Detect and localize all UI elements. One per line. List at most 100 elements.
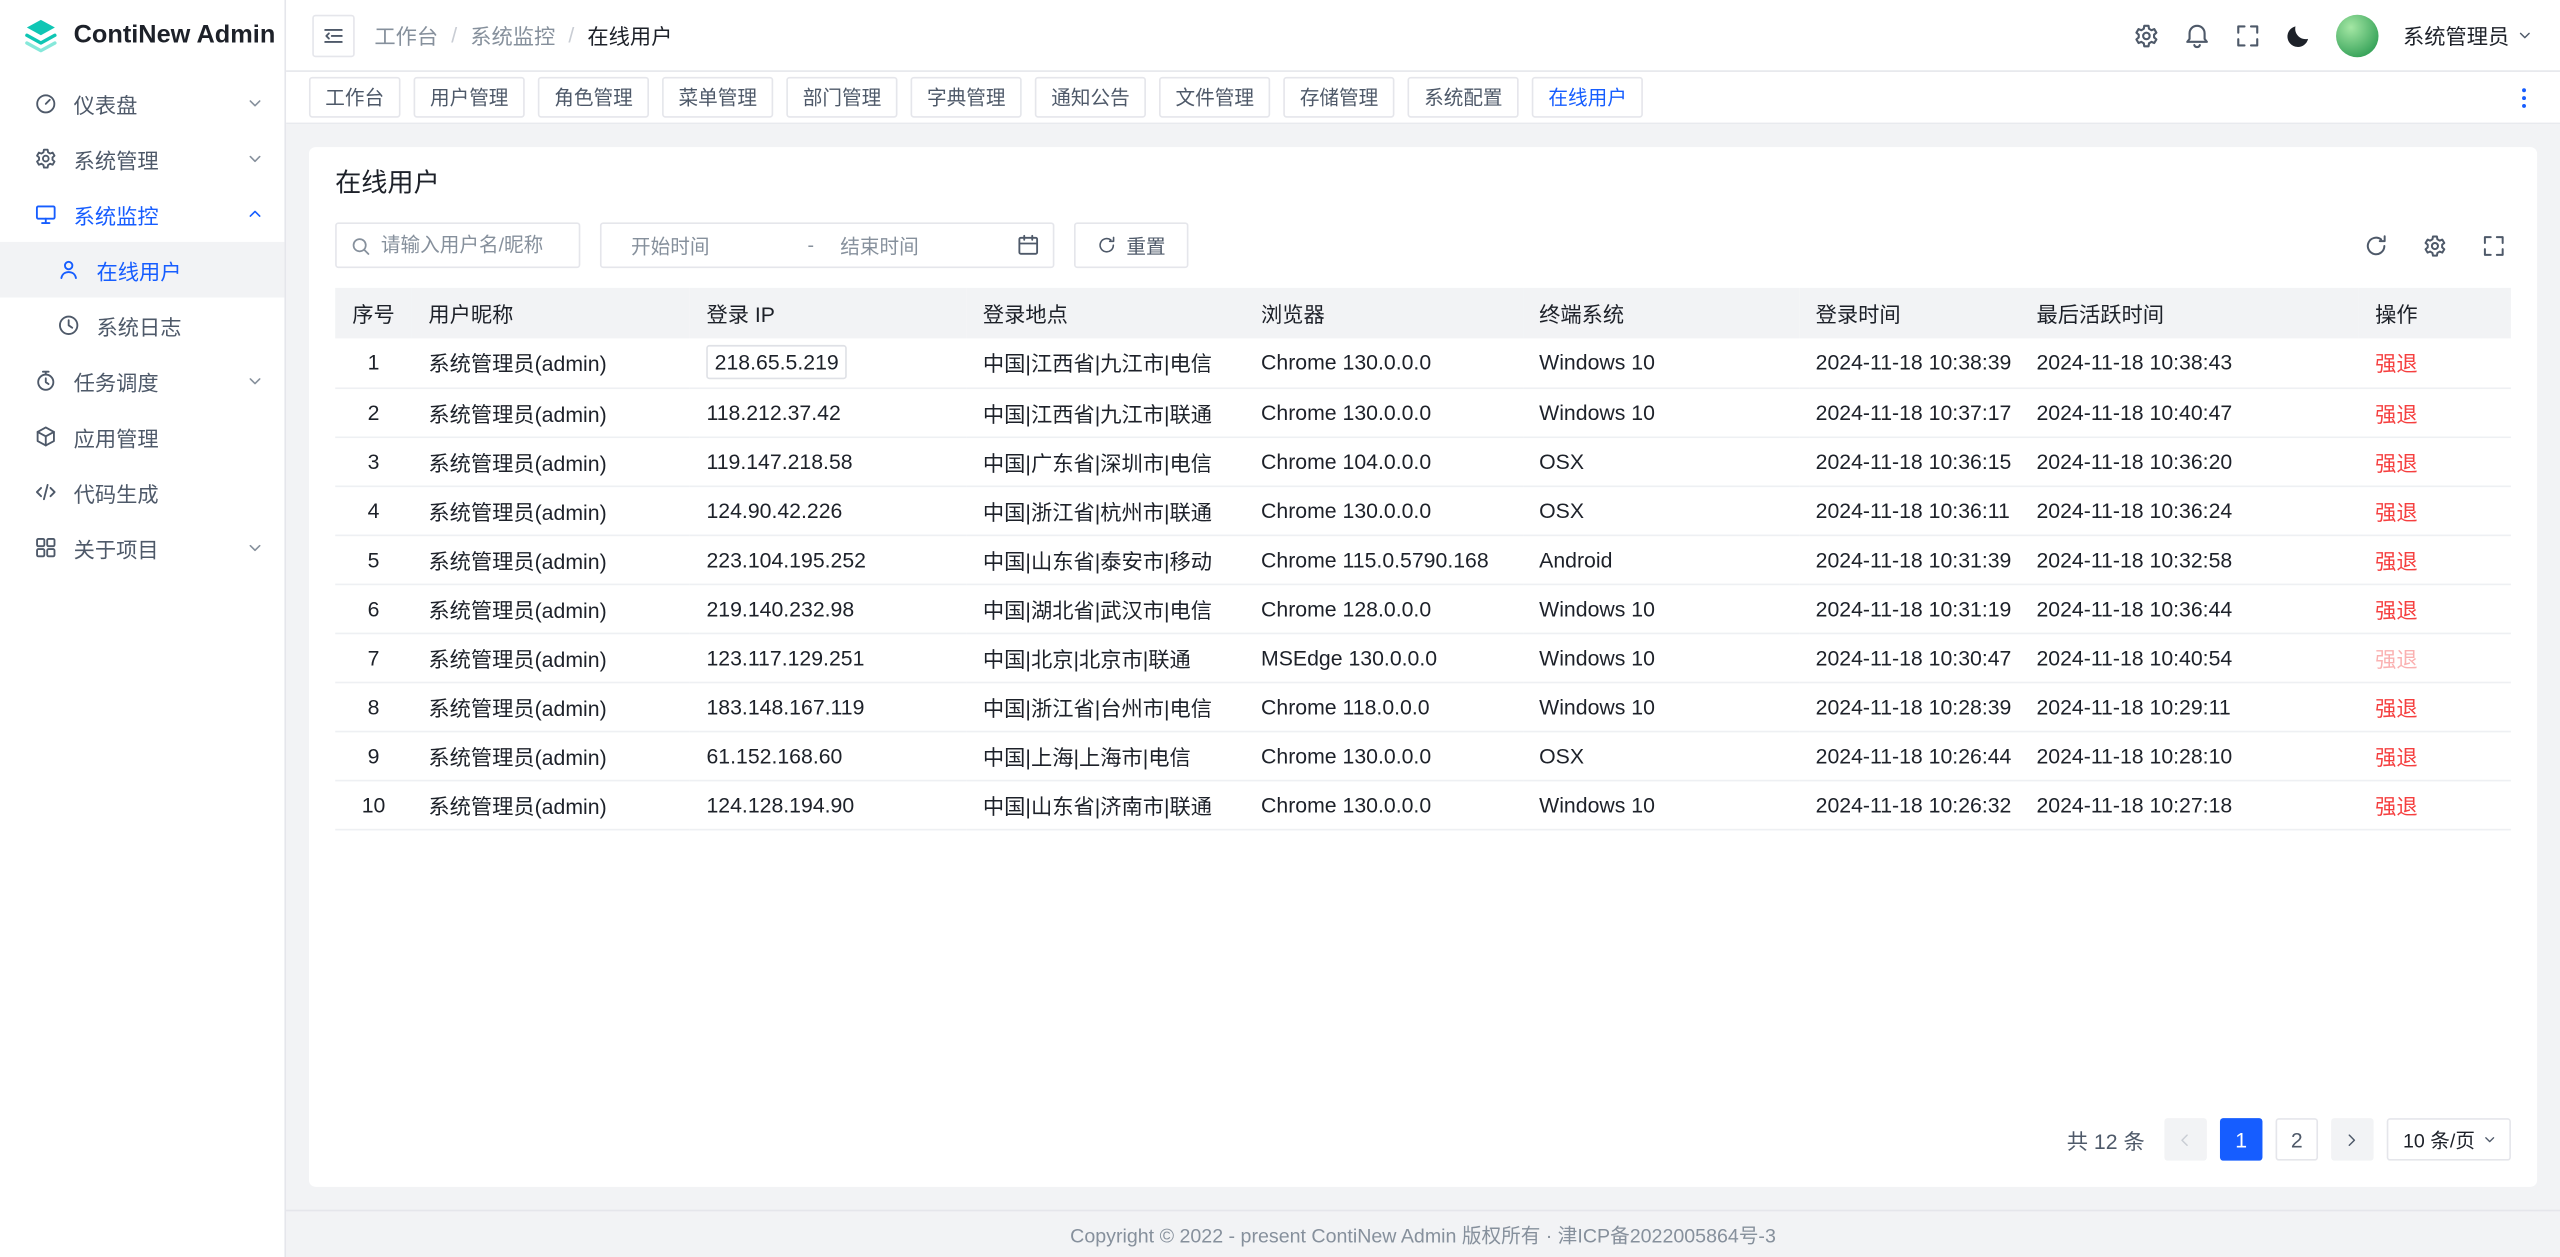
breadcrumb-item-current: 在线用户 bbox=[587, 20, 672, 51]
cell-action: 强退 bbox=[2359, 633, 2511, 682]
tab-item[interactable]: 文件管理 bbox=[1159, 77, 1270, 118]
sidebar-item-about-project[interactable]: 关于项目 bbox=[0, 520, 284, 576]
force-logout-link[interactable]: 强退 bbox=[2375, 499, 2418, 524]
tab-item[interactable]: 部门管理 bbox=[786, 77, 897, 118]
force-logout-link[interactable]: 强退 bbox=[2375, 548, 2418, 573]
avatar[interactable] bbox=[2336, 14, 2379, 57]
cell-action: 强退 bbox=[2359, 486, 2511, 535]
sidebar-item-label: 系统监控 bbox=[74, 199, 159, 230]
page-size-select[interactable]: 10 条/页 bbox=[2387, 1118, 2511, 1161]
gear-icon[interactable] bbox=[2133, 22, 2159, 48]
force-logout-link[interactable]: 强退 bbox=[2375, 745, 2418, 770]
cell-location: 中国|北京|北京市|联通 bbox=[967, 633, 1245, 682]
column-settings-button[interactable] bbox=[2416, 227, 2452, 263]
sidebar-collapse-button[interactable] bbox=[312, 14, 355, 57]
pagination: 共 12 条 12 10 条/页 bbox=[335, 1118, 2511, 1161]
cell-last-active: 2024-11-18 10:40:47 bbox=[2020, 387, 2359, 436]
cell-ip: 218.65.5.219 bbox=[690, 338, 966, 387]
user-menu[interactable]: 系统管理员 bbox=[2403, 20, 2534, 51]
sidebar-item-system-management[interactable]: 系统管理 bbox=[0, 131, 284, 187]
page-button[interactable]: 1 bbox=[2220, 1118, 2263, 1161]
prev-page-button[interactable] bbox=[2164, 1118, 2207, 1161]
cell-no: 8 bbox=[335, 682, 412, 731]
cell-nickname: 系统管理员(admin) bbox=[412, 584, 690, 633]
sidebar-item-label: 代码生成 bbox=[74, 477, 159, 508]
cell-location: 中国|浙江省|台州市|电信 bbox=[967, 682, 1245, 731]
reset-button[interactable]: 重置 bbox=[1074, 222, 1188, 268]
force-logout-link[interactable]: 强退 bbox=[2375, 597, 2418, 622]
tab-item[interactable]: 在线用户 bbox=[1532, 77, 1643, 118]
refresh-icon bbox=[1097, 235, 1117, 255]
sidebar-item-system-monitor[interactable]: 系统监控 bbox=[0, 186, 284, 242]
moon-icon[interactable] bbox=[2285, 22, 2311, 48]
sidebar-item-label: 系统管理 bbox=[74, 143, 159, 174]
sidebar-item-code-generation[interactable]: 代码生成 bbox=[0, 464, 284, 520]
cell-no: 3 bbox=[335, 436, 412, 485]
search-input[interactable] bbox=[381, 234, 566, 257]
sidebar-item-label: 系统日志 bbox=[96, 310, 181, 341]
cell-no: 5 bbox=[335, 535, 412, 584]
username: 系统管理员 bbox=[2403, 20, 2509, 51]
online-users-table: 序号用户昵称登录 IP登录地点浏览器终端系统登录时间最后活跃时间操作 1系统管理… bbox=[335, 288, 2511, 830]
cell-nickname: 系统管理员(admin) bbox=[412, 780, 690, 829]
cell-login-time: 2024-11-18 10:37:17 bbox=[1799, 387, 2020, 436]
more-vertical-icon[interactable] bbox=[2511, 84, 2537, 110]
cell-os: OSX bbox=[1523, 731, 1799, 780]
force-logout-link[interactable]: 强退 bbox=[2375, 401, 2418, 426]
next-page-button[interactable] bbox=[2331, 1118, 2374, 1161]
fullscreen-icon[interactable] bbox=[2235, 22, 2261, 48]
tab-item[interactable]: 角色管理 bbox=[538, 77, 649, 118]
force-logout-link[interactable]: 强退 bbox=[2375, 352, 2418, 377]
force-logout-link[interactable]: 强退 bbox=[2375, 696, 2418, 721]
breadcrumb-item[interactable]: 系统监控 bbox=[470, 20, 555, 51]
tab-item[interactable]: 系统配置 bbox=[1408, 77, 1519, 118]
force-logout-link[interactable]: 强退 bbox=[2375, 794, 2418, 819]
tab-item[interactable]: 存储管理 bbox=[1283, 77, 1394, 118]
date-start-placeholder: 开始时间 bbox=[615, 231, 808, 259]
tab-item[interactable]: 用户管理 bbox=[414, 77, 525, 118]
sidebar-item-online-users[interactable]: 在线用户 bbox=[0, 242, 284, 298]
cell-location: 中国|上海|上海市|电信 bbox=[967, 731, 1245, 780]
tab-item[interactable]: 通知公告 bbox=[1035, 77, 1146, 118]
cell-nickname: 系统管理员(admin) bbox=[412, 731, 690, 780]
tab-item[interactable]: 菜单管理 bbox=[662, 77, 773, 118]
table-row: 6系统管理员(admin)219.140.232.98中国|湖北省|武汉市|电信… bbox=[335, 584, 2511, 633]
cell-action: 强退 bbox=[2359, 780, 2511, 829]
cell-login-time: 2024-11-18 10:30:47 bbox=[1799, 633, 2020, 682]
cell-location: 中国|江西省|九江市|联通 bbox=[967, 387, 1245, 436]
page-button[interactable]: 2 bbox=[2275, 1118, 2318, 1161]
cell-location: 中国|湖北省|武汉市|电信 bbox=[967, 584, 1245, 633]
force-logout-link[interactable]: 强退 bbox=[2375, 647, 2418, 672]
sidebar: ContiNew Admin 仪表盘系统管理系统监控在线用户系统日志任务调度应用… bbox=[0, 0, 286, 1257]
topbar-actions: 系统管理员 bbox=[2133, 14, 2534, 57]
cell-browser: Chrome 118.0.0.0 bbox=[1245, 682, 1523, 731]
cell-nickname: 系统管理员(admin) bbox=[412, 535, 690, 584]
tab-item[interactable]: 工作台 bbox=[309, 77, 401, 118]
cell-nickname: 系统管理员(admin) bbox=[412, 633, 690, 682]
date-range-picker[interactable]: 开始时间 - 结束时间 bbox=[600, 222, 1054, 268]
refresh-button[interactable] bbox=[2357, 227, 2393, 263]
cell-ip: 118.212.37.42 bbox=[690, 387, 966, 436]
cell-login-time: 2024-11-18 10:28:39 bbox=[1799, 682, 2020, 731]
cell-login-time: 2024-11-18 10:36:11 bbox=[1799, 486, 2020, 535]
sidebar-item-dashboard[interactable]: 仪表盘 bbox=[0, 75, 284, 131]
force-logout-link[interactable]: 强退 bbox=[2375, 450, 2418, 475]
expand-button[interactable] bbox=[2475, 227, 2511, 263]
cell-last-active: 2024-11-18 10:36:20 bbox=[2020, 436, 2359, 485]
sidebar-item-system-logs[interactable]: 系统日志 bbox=[0, 298, 284, 354]
content-area: 在线用户 开始时间 - 结束时间 bbox=[286, 124, 2560, 1209]
bell-icon[interactable] bbox=[2184, 22, 2210, 48]
column-header: 登录地点 bbox=[967, 288, 1245, 339]
tab-item[interactable]: 字典管理 bbox=[911, 77, 1022, 118]
column-header: 浏览器 bbox=[1245, 288, 1523, 339]
breadcrumb-item[interactable]: 工作台 bbox=[374, 20, 438, 51]
sidebar-item-task-schedule[interactable]: 任务调度 bbox=[0, 353, 284, 409]
table-row: 4系统管理员(admin)124.90.42.226中国|浙江省|杭州市|联通C… bbox=[335, 486, 2511, 535]
cell-login-time: 2024-11-18 10:26:32 bbox=[1799, 780, 2020, 829]
cell-last-active: 2024-11-18 10:36:44 bbox=[2020, 584, 2359, 633]
cell-os: Windows 10 bbox=[1523, 780, 1799, 829]
cell-action: 强退 bbox=[2359, 436, 2511, 485]
sidebar-item-app-management[interactable]: 应用管理 bbox=[0, 409, 284, 465]
about-icon bbox=[34, 536, 57, 559]
log-icon bbox=[57, 314, 80, 337]
